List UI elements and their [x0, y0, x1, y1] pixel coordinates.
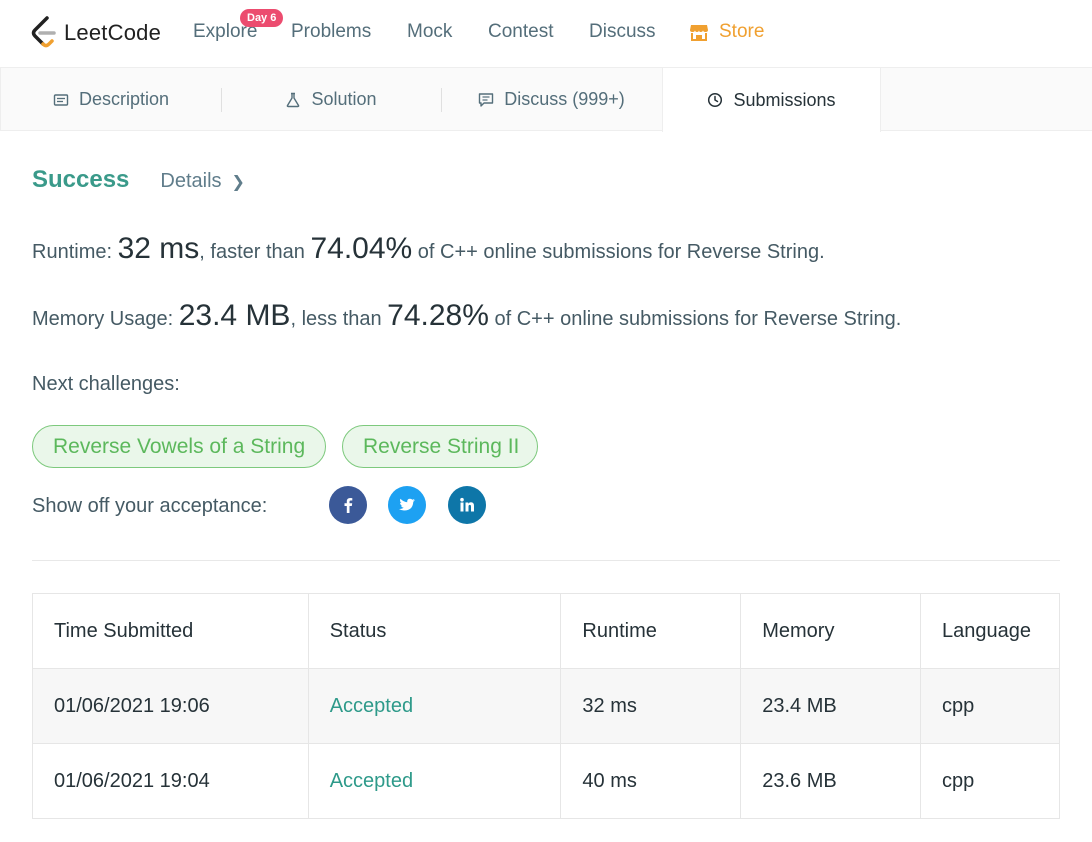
details-label: Details — [160, 170, 222, 192]
section-divider — [32, 560, 1060, 561]
flask-icon — [287, 92, 300, 107]
tab-submissions-label: Submissions — [733, 89, 836, 110]
clock-icon — [708, 92, 723, 108]
table-row[interactable]: 01/06/2021 19:06 Accepted 32 ms 23.4 MB … — [32, 668, 1060, 744]
facebook-icon[interactable] — [329, 486, 367, 524]
runtime-summary: Runtime: 32 ms, faster than 74.04% of C+… — [32, 232, 825, 266]
success-status: Success — [32, 166, 130, 193]
nav-problems-link[interactable]: Problems — [291, 21, 371, 43]
next-challenges-label: Next challenges: — [32, 373, 180, 395]
cell-runtime: 32 ms — [560, 668, 742, 744]
share-label: Show off your acceptance: — [32, 495, 268, 517]
cell-memory: 23.4 MB — [740, 668, 922, 744]
nav-store-link[interactable]: Store — [689, 21, 764, 43]
header-runtime: Runtime — [560, 593, 742, 669]
chevron-right-icon: ❯ — [231, 173, 245, 191]
header-language: Language — [920, 593, 1060, 669]
logo-text: LeetCode — [64, 20, 162, 45]
linkedin-icon[interactable] — [448, 486, 486, 524]
runtime-value: 32 ms — [117, 232, 200, 265]
description-icon — [53, 93, 69, 106]
tab-description[interactable]: Description — [1, 68, 221, 131]
challenge-reverse-string-ii[interactable]: Reverse String II — [342, 425, 538, 468]
cell-status-link[interactable]: Accepted — [307, 743, 562, 819]
tab-submissions[interactable]: Submissions — [662, 68, 881, 132]
submissions-table: Time Submitted Status Runtime Memory Lan… — [32, 593, 1060, 819]
nav-mock-link[interactable]: Mock — [407, 21, 452, 43]
tab-solution-label: Solution — [311, 89, 377, 109]
table-row[interactable]: 01/06/2021 19:04 Accepted 40 ms 23.6 MB … — [32, 743, 1060, 819]
problem-tabbar: Description Solution Discuss (999+) Subm… — [0, 68, 1092, 132]
tab-discuss[interactable]: Discuss (999+) — [441, 68, 662, 131]
day-badge: Day 6 — [240, 9, 284, 27]
cell-language: cpp — [920, 668, 1060, 744]
twitter-icon[interactable] — [388, 486, 426, 524]
tab-discuss-label: Discuss (999+) — [504, 89, 625, 109]
comment-icon — [479, 92, 494, 107]
details-link[interactable]: Details ❯ — [160, 170, 245, 193]
header-time-submitted: Time Submitted — [32, 593, 309, 669]
cell-runtime: 40 ms — [560, 743, 742, 819]
challenge-reverse-vowels[interactable]: Reverse Vowels of a String — [32, 425, 326, 468]
cell-time-submitted: 01/06/2021 19:04 — [32, 743, 309, 819]
result-header: Success Details ❯ — [32, 166, 245, 194]
linkedin-glyph — [460, 497, 474, 512]
leetcode-logo[interactable]: LeetCode — [30, 14, 161, 52]
cell-language: cpp — [920, 743, 1060, 819]
store-icon — [690, 25, 708, 41]
memory-label: Memory Usage: — [32, 308, 179, 330]
runtime-mid-text: , faster than — [199, 241, 311, 263]
runtime-label: Runtime: — [32, 241, 118, 263]
leetcode-logo-icon — [31, 16, 56, 48]
facebook-glyph — [344, 498, 353, 513]
cell-memory: 23.6 MB — [740, 743, 922, 819]
runtime-tail-text: of C++ online submissions for Reverse St… — [412, 241, 825, 263]
cell-time-submitted: 01/06/2021 19:06 — [32, 668, 309, 744]
table-header-row: Time Submitted Status Runtime Memory Lan… — [32, 593, 1060, 669]
twitter-glyph — [399, 498, 415, 511]
tab-description-label: Description — [78, 89, 170, 109]
memory-summary: Memory Usage: 23.4 MB, less than 74.28% … — [32, 299, 901, 333]
memory-percent: 74.28% — [387, 299, 489, 332]
cell-status-link[interactable]: Accepted — [307, 668, 562, 744]
nav-discuss-link[interactable]: Discuss — [589, 21, 656, 43]
runtime-percent: 74.04% — [310, 232, 413, 265]
top-navbar: LeetCode Explore Day 6 Problems Mock Con… — [0, 0, 1092, 68]
nav-contest-link[interactable]: Contest — [488, 21, 553, 43]
tab-solution[interactable]: Solution — [221, 68, 441, 131]
header-status: Status — [307, 593, 562, 669]
memory-tail-text: of C++ online submissions for Reverse St… — [488, 308, 902, 330]
store-label: Store — [719, 21, 765, 42]
memory-value: 23.4 MB — [178, 299, 291, 332]
header-memory: Memory — [740, 593, 922, 669]
memory-mid-text: , less than — [290, 308, 388, 330]
